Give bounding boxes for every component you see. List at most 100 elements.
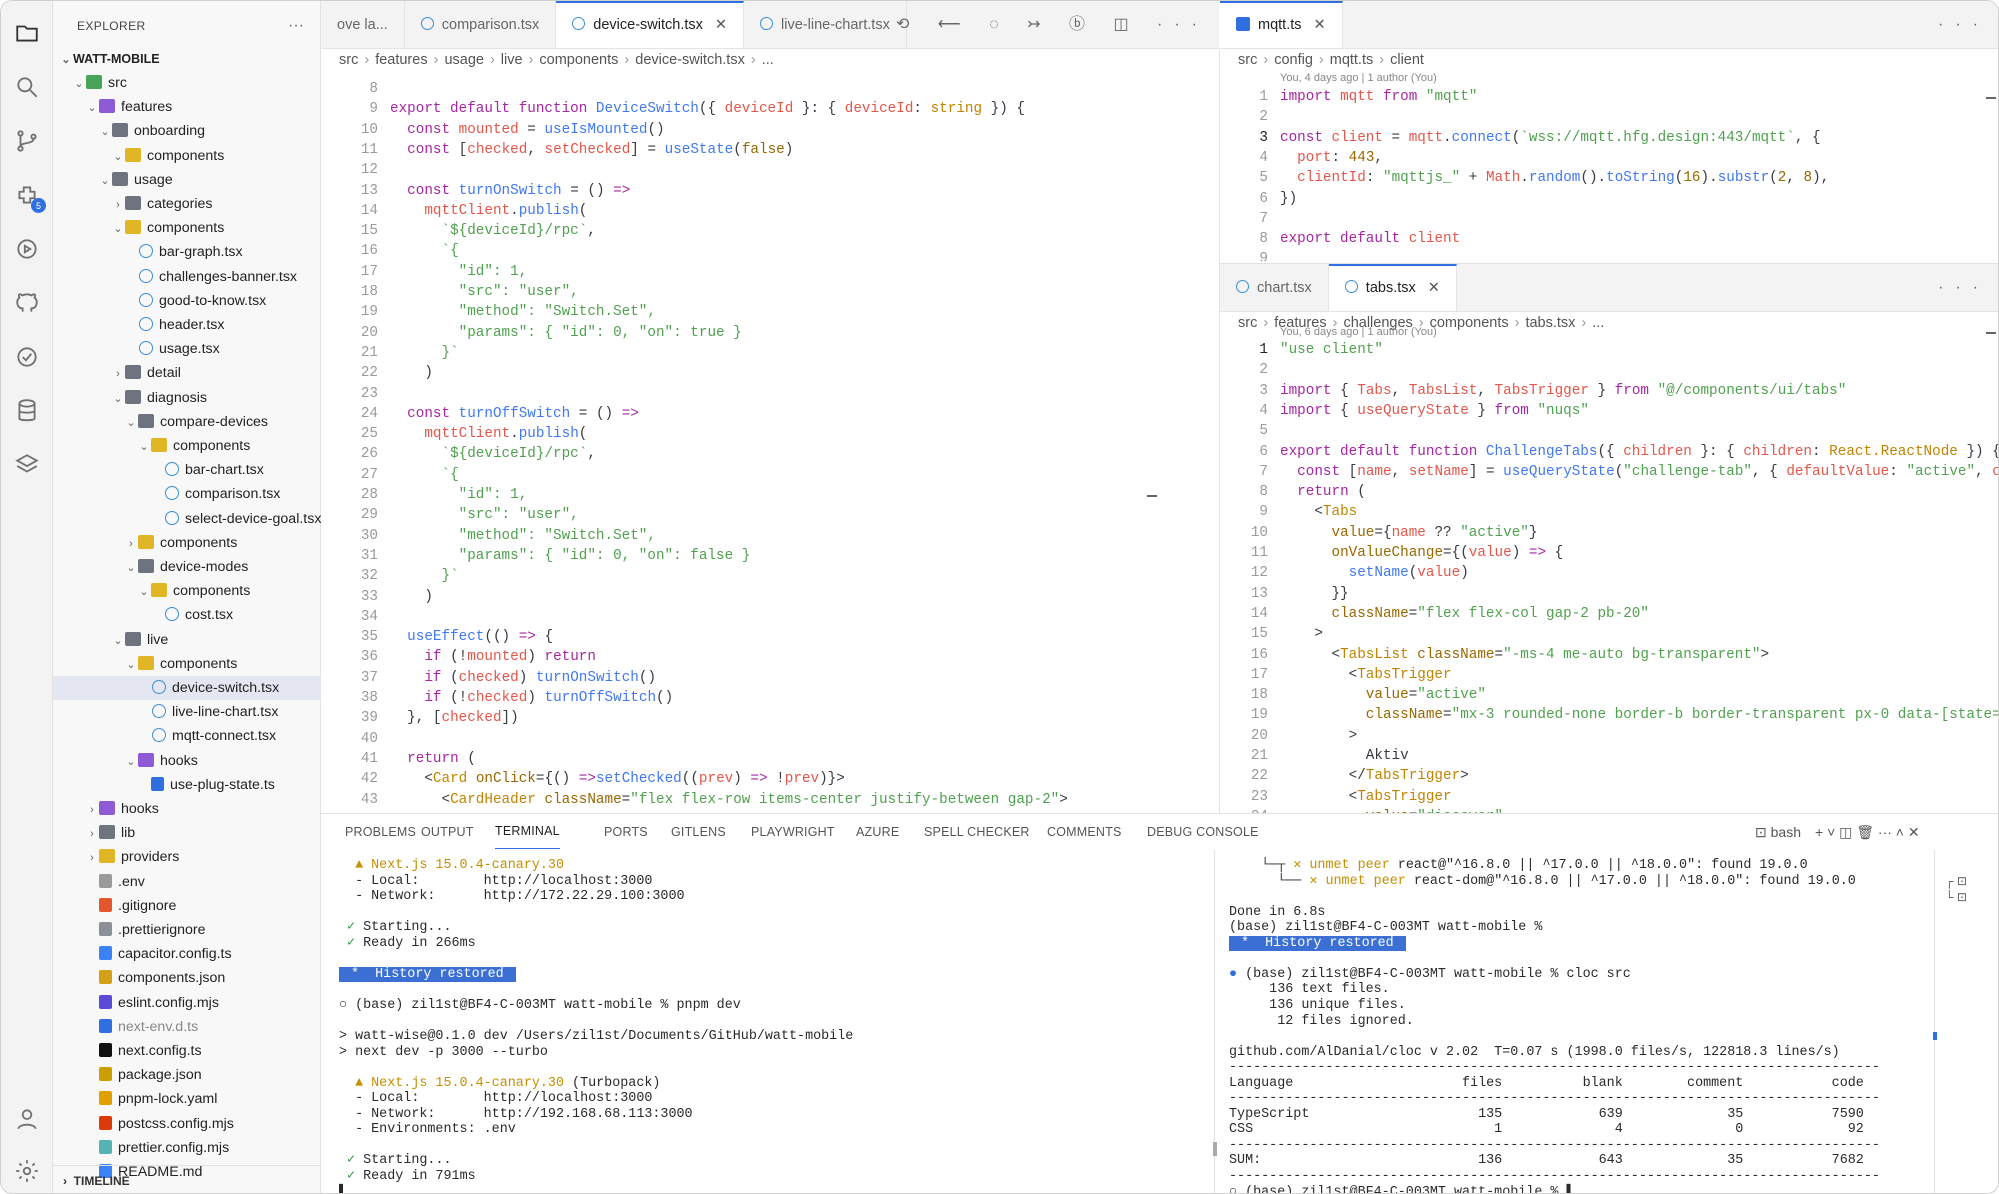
terminal-right[interactable]: └─┬ ✕ unmet peer react@"^16.8.0 || ^17.0… [1229, 858, 1929, 1193]
tree-item[interactable]: next.config.ts [53, 1039, 321, 1063]
panel-tab-ports[interactable]: PORTS [604, 814, 648, 850]
tree-item[interactable]: good-to-know.tsx [53, 289, 321, 313]
tree-item[interactable]: cost.tsx [53, 603, 321, 627]
explorer-more-button[interactable]: ··· [288, 1, 304, 51]
editor-tab[interactable]: mqtt.ts ✕ [1220, 1, 1343, 48]
terminal-shell-label[interactable]: ⊡ bash [1755, 814, 1801, 850]
breadcrumb-item[interactable]: tabs.tsx [1525, 315, 1575, 331]
breadcrumb-item[interactable]: device-switch.tsx [635, 52, 745, 68]
search-icon[interactable] [11, 71, 43, 103]
explorer-icon[interactable] [11, 17, 43, 49]
tree-item[interactable]: use-plug-state.ts [53, 773, 321, 797]
tree-item[interactable]: ⌄ components [53, 216, 321, 240]
breadcrumb-item[interactable]: mqtt.ts [1330, 52, 1374, 68]
extensions-icon[interactable]: 5 [11, 179, 46, 213]
editor-actions[interactable]: ··· [1938, 1, 1990, 48]
editor-tab[interactable]: comparison.tsx [404, 1, 557, 48]
source-control-icon[interactable] [11, 125, 43, 157]
tree-item[interactable]: header.tsx [53, 313, 321, 337]
tree-item[interactable]: prettier.config.mjs [53, 1136, 321, 1160]
tree-item[interactable]: ⌄ components [53, 434, 321, 458]
tree-item[interactable]: ⌄ components [53, 579, 321, 603]
tree-item[interactable]: › categories [53, 192, 321, 216]
tree-item[interactable]: next-env.d.ts [53, 1015, 321, 1039]
tree-item[interactable]: pnpm-lock.yaml [53, 1087, 321, 1111]
settings-gear-icon[interactable] [11, 1155, 43, 1187]
tree-item[interactable]: ⌄ features [53, 95, 321, 119]
terminal-instance-icon[interactable]: ┌ ⊡ [1945, 874, 1967, 888]
database-icon[interactable] [11, 395, 43, 427]
tree-item[interactable]: ⌄ components [53, 652, 321, 676]
close-icon[interactable]: ✕ [1314, 17, 1326, 33]
breadcrumb-item[interactable]: ... [762, 52, 774, 68]
terminal-scrollbar[interactable] [1213, 1142, 1217, 1156]
tree-item[interactable]: capacitor.config.ts [53, 942, 321, 966]
tree-item[interactable]: › detail [53, 361, 321, 385]
editor-tab[interactable]: ove la... [321, 1, 405, 48]
tree-item[interactable]: package.json [53, 1063, 321, 1087]
panel-tab-gitlens[interactable]: GITLENS [671, 814, 726, 850]
panel-tab-output[interactable]: OUTPUT [421, 814, 474, 850]
tree-item[interactable]: › lib [53, 821, 321, 845]
breadcrumb-item[interactable]: components [1430, 315, 1509, 331]
tree-item[interactable]: eslint.config.mjs [53, 991, 321, 1015]
tree-item[interactable]: .gitignore [53, 894, 321, 918]
tree-item[interactable]: › providers [53, 845, 321, 869]
tree-item[interactable]: challenges-banner.tsx [53, 265, 321, 289]
project-root[interactable]: ⌄ WATT-MOBILE [53, 47, 321, 71]
breadcrumb-item[interactable]: src [1238, 315, 1257, 331]
tree-item[interactable]: bar-chart.tsx [53, 458, 321, 482]
tree-item[interactable]: bar-graph.tsx [53, 240, 321, 264]
tree-item[interactable]: ⌄ hooks [53, 749, 321, 773]
close-icon[interactable]: ✕ [715, 17, 727, 33]
editor-tab[interactable]: tabs.tsx ✕ [1328, 264, 1457, 311]
tree-item[interactable]: .env [53, 870, 321, 894]
panel-tab-spell-checker[interactable]: SPELL CHECKER [924, 814, 1030, 850]
breadcrumb-item[interactable]: components [539, 52, 618, 68]
panel-tab-terminal[interactable]: TERMINAL [495, 814, 560, 849]
testing-icon[interactable] [11, 341, 43, 373]
tree-item[interactable]: ⌄ usage [53, 168, 321, 192]
editor-actions[interactable]: ⟲ ⟵ ◌ ↣ ⓑ ◫ ··· [896, 1, 1209, 48]
breadcrumb-item[interactable]: src [1238, 52, 1257, 68]
editor-tab[interactable]: live-line-chart.tsx [744, 1, 907, 48]
breadcrumb-item[interactable]: client [1390, 52, 1424, 68]
tree-item[interactable]: postcss.config.mjs [53, 1112, 321, 1136]
tree-item[interactable]: select-device-goal.tsx [53, 507, 321, 531]
panel-actions[interactable]: + ˅ ◫ 🗑 ··· ˄ ✕ [1815, 814, 1920, 850]
breadcrumb-item[interactable]: src [339, 52, 358, 68]
breadcrumb-item[interactable]: usage [444, 52, 484, 68]
tree-item[interactable]: live-line-chart.tsx [53, 700, 321, 724]
tree-item[interactable]: ⌄ live [53, 628, 321, 652]
tree-item[interactable]: ⌄ device-modes [53, 555, 321, 579]
account-icon[interactable] [11, 1103, 43, 1135]
code-area-top-right[interactable]: 1 import mqtt from "mqtt" 2 3 const client =… [1220, 87, 1998, 261]
timeline-section[interactable]: › TIMELINE [53, 1165, 321, 1193]
run-debug-icon[interactable] [11, 233, 43, 265]
tree-item[interactable]: device-switch.tsx [53, 676, 321, 700]
breadcrumb-item[interactable]: features [375, 52, 427, 68]
tree-item[interactable]: ⌄ src [53, 71, 321, 95]
code-area-bottom-right[interactable]: 1 "use client" 2 3 import { Tabs, TabsList, … [1220, 340, 1998, 813]
breadcrumb-item[interactable]: live [501, 52, 523, 68]
panel-tab-comments[interactable]: COMMENTS [1047, 814, 1122, 850]
breadcrumb-item[interactable]: ... [1592, 315, 1604, 331]
breadcrumb-item[interactable]: config [1274, 52, 1313, 68]
tree-item[interactable]: usage.tsx [53, 337, 321, 361]
panel-tab-problems[interactable]: PROBLEMS [345, 814, 416, 850]
close-icon[interactable]: ✕ [1428, 280, 1440, 296]
panel-tab-playwright[interactable]: PLAYWRIGHT [751, 814, 835, 850]
terminal-left[interactable]: ▲ Next.js 15.0.4-canary.30 - Local: http… [339, 858, 1219, 1193]
tree-item[interactable]: ⌄ compare-devices [53, 410, 321, 434]
tree-item[interactable]: › components [53, 531, 321, 555]
tree-item[interactable]: comparison.tsx [53, 482, 321, 506]
tree-item[interactable]: .prettierignore [53, 918, 321, 942]
terminal-instance-icon[interactable]: └ ⊡ [1945, 890, 1967, 904]
github-icon[interactable] [11, 287, 43, 319]
editor-tab[interactable]: device-switch.tsx ✕ [556, 1, 745, 48]
tree-item[interactable]: ⌄ components [53, 144, 321, 168]
tree-item[interactable]: ⌄ onboarding [53, 119, 321, 143]
layers-icon[interactable] [11, 449, 43, 481]
tree-item[interactable]: mqtt-connect.tsx [53, 724, 321, 748]
panel-tab-azure[interactable]: AZURE [856, 814, 899, 850]
